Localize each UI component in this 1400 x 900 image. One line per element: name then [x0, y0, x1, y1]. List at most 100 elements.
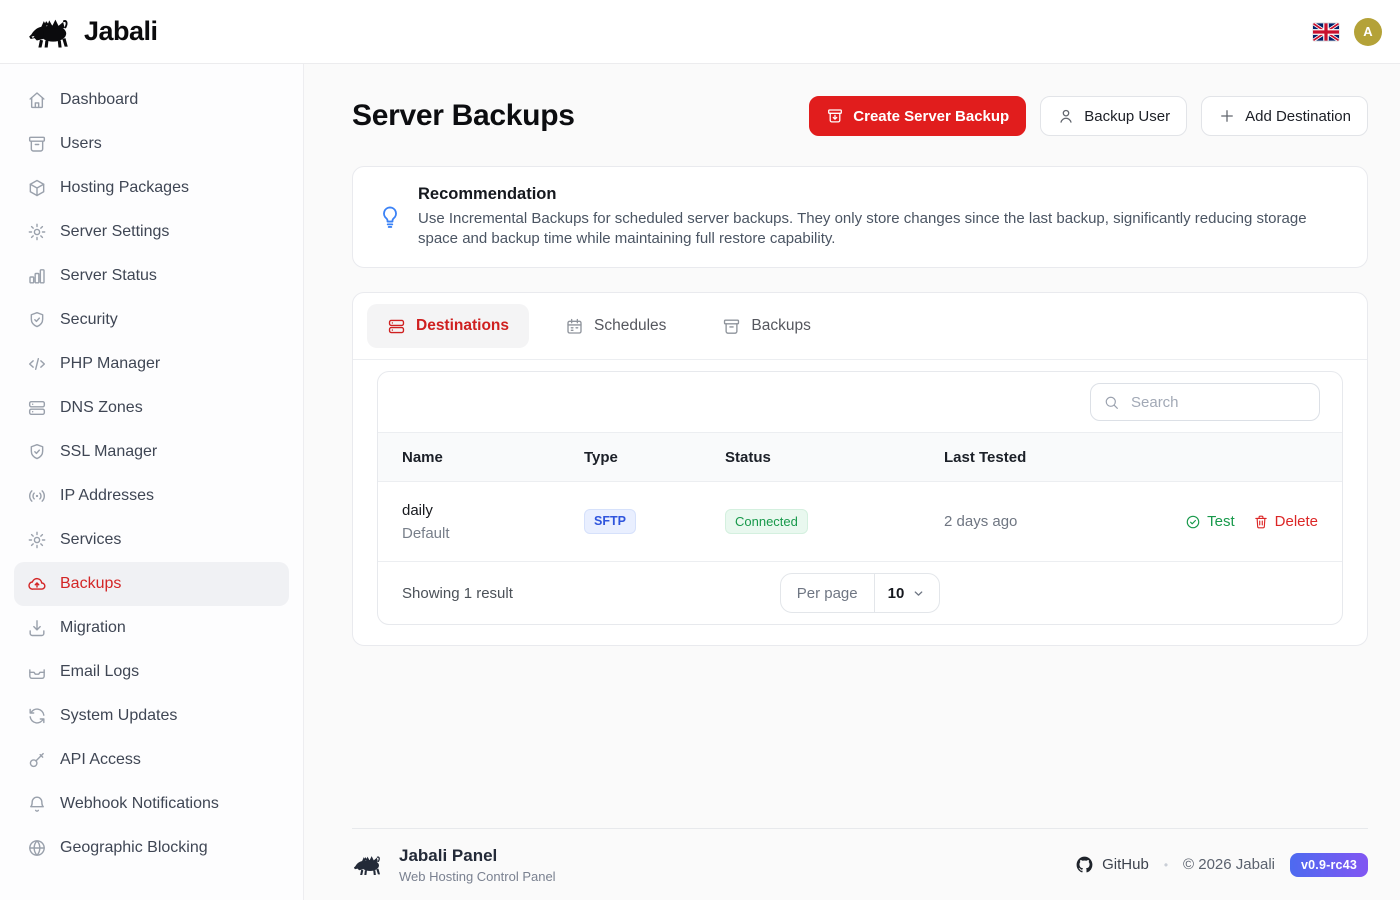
add-destination-button[interactable]: Add Destination	[1201, 96, 1368, 136]
plus-icon	[1218, 107, 1236, 125]
search-icon	[1103, 394, 1120, 411]
package-icon	[27, 178, 47, 198]
sidebar-item-users[interactable]: Users	[0, 122, 303, 166]
sidebar-item-email-logs[interactable]: Email Logs	[0, 650, 303, 694]
download-icon	[27, 618, 47, 638]
sidebar-item-webhook-notifications[interactable]: Webhook Notifications	[0, 782, 303, 826]
sidebar-item-label: Users	[60, 135, 102, 153]
sidebar-item-ip-addresses[interactable]: IP Addresses	[0, 474, 303, 518]
topbar-right: A	[1313, 18, 1382, 46]
server-icon	[27, 398, 47, 418]
version-badge: v0.9-rc43	[1290, 853, 1368, 877]
topbar: Jabali A	[0, 0, 1400, 64]
sidebar-item-label: Server Settings	[60, 223, 169, 241]
cell-type: SFTP	[584, 509, 725, 534]
chevron-down-icon	[911, 586, 926, 601]
sidebar-item-system-updates[interactable]: System Updates	[0, 694, 303, 738]
per-page-select[interactable]: Per page 10	[780, 573, 941, 613]
github-icon	[1075, 855, 1094, 874]
sidebar-item-label: Webhook Notifications	[60, 795, 219, 813]
sidebar-item-label: Hosting Packages	[60, 179, 189, 197]
sidebar-item-api-access[interactable]: API Access	[0, 738, 303, 782]
sidebar-item-dashboard[interactable]: Dashboard	[0, 78, 303, 122]
main-content: Server Backups Create Server Backup Backu…	[304, 64, 1400, 900]
avatar[interactable]: A	[1354, 18, 1382, 46]
sidebar: Dashboard Users Hosting Packages Server Set…	[0, 64, 304, 900]
cell-actions: Test Delete	[1185, 513, 1318, 530]
backup-user-button[interactable]: Backup User	[1040, 96, 1187, 136]
page-header: Server Backups Create Server Backup Backu…	[352, 96, 1368, 136]
footer-brand-text: Jabali Panel Web Hosting Control Panel	[399, 846, 556, 884]
create-server-backup-button[interactable]: Create Server Backup	[809, 96, 1026, 136]
sidebar-item-server-status[interactable]: Server Status	[0, 254, 303, 298]
sidebar-item-hosting-packages[interactable]: Hosting Packages	[0, 166, 303, 210]
tab-destinations[interactable]: Destinations	[367, 304, 529, 348]
sidebar-item-server-settings[interactable]: Server Settings	[0, 210, 303, 254]
sidebar-item-label: Services	[60, 531, 121, 549]
sidebar-item-security[interactable]: Security	[0, 298, 303, 342]
archive-down-icon	[826, 107, 844, 125]
sidebar-item-label: IP Addresses	[60, 487, 154, 505]
sidebar-item-ssl-manager[interactable]: SSL Manager	[0, 430, 303, 474]
column-header-type: Type	[584, 449, 725, 466]
sidebar-item-php-manager[interactable]: PHP Manager	[0, 342, 303, 386]
sidebar-item-dns-zones[interactable]: DNS Zones	[0, 386, 303, 430]
code-icon	[27, 354, 47, 374]
per-page-label: Per page	[781, 574, 875, 612]
recommendation-title: Recommendation	[418, 185, 1318, 204]
boar-logo-icon	[352, 853, 384, 876]
archive-icon	[27, 134, 47, 154]
sidebar-item-geographic-blocking[interactable]: Geographic Blocking	[0, 826, 303, 870]
table-header-row: NameTypeStatusLast Tested	[378, 432, 1342, 482]
action-label: Delete	[1275, 513, 1318, 530]
recommendation-body: Use Incremental Backups for scheduled se…	[418, 209, 1318, 249]
sidebar-nav: Dashboard Users Hosting Packages Server Set…	[0, 78, 303, 870]
tab-label: Destinations	[416, 317, 509, 335]
globe-icon	[27, 838, 47, 858]
per-page-value[interactable]: 10	[875, 585, 940, 602]
tab-label: Schedules	[594, 317, 666, 335]
action-label: Test	[1207, 513, 1235, 530]
boar-logo-icon	[26, 15, 74, 49]
user-icon	[1057, 107, 1075, 125]
column-header-last-tested: Last Tested	[944, 449, 1318, 466]
sidebar-item-label: PHP Manager	[60, 355, 160, 373]
search-input[interactable]	[1129, 393, 1307, 412]
footer-brand-name: Jabali Panel	[399, 846, 556, 866]
brand-name: Jabali	[84, 16, 158, 47]
cell-status: Connected	[725, 509, 944, 535]
uk-flag-icon[interactable]	[1313, 23, 1339, 41]
tab-backups[interactable]: Backups	[702, 304, 830, 348]
delete-button[interactable]: Delete	[1253, 513, 1318, 530]
brand[interactable]: Jabali	[26, 15, 158, 49]
github-link[interactable]: GitHub	[1075, 855, 1149, 874]
footer-links: GitHub • © 2026 Jabali v0.9-rc43	[1075, 853, 1368, 877]
sidebar-item-label: Security	[60, 311, 118, 329]
search-box[interactable]	[1090, 383, 1320, 421]
copyright: © 2026 Jabali	[1183, 856, 1275, 873]
page-title: Server Backups	[352, 99, 575, 133]
lightbulb-icon	[377, 204, 403, 230]
backups-card: Destinations Schedules Backups NameTypeSta…	[352, 292, 1368, 646]
sidebar-item-backups[interactable]: Backups	[14, 562, 289, 606]
key-icon	[27, 750, 47, 770]
tabs: Destinations Schedules Backups	[353, 293, 1367, 360]
tab-schedules[interactable]: Schedules	[545, 304, 686, 348]
button-label: Add Destination	[1245, 108, 1351, 125]
shell: Dashboard Users Hosting Packages Server Set…	[0, 64, 1400, 900]
sidebar-item-services[interactable]: Services	[0, 518, 303, 562]
destination-subtitle: Default	[402, 525, 584, 542]
sidebar-item-migration[interactable]: Migration	[0, 606, 303, 650]
check-circle-icon	[1185, 514, 1201, 530]
gear-icon	[27, 222, 47, 242]
type-badge: SFTP	[584, 509, 636, 534]
footer-tagline: Web Hosting Control Panel	[399, 869, 556, 884]
page-footer: Jabali Panel Web Hosting Control Panel G…	[352, 828, 1368, 900]
results-count: Showing 1 result	[402, 585, 780, 602]
sidebar-item-label: Geographic Blocking	[60, 839, 208, 857]
calendar-icon	[565, 317, 584, 336]
test-button[interactable]: Test	[1185, 513, 1235, 530]
server-icon	[387, 317, 406, 336]
destination-name: daily	[402, 502, 584, 519]
sidebar-item-label: Email Logs	[60, 663, 139, 681]
